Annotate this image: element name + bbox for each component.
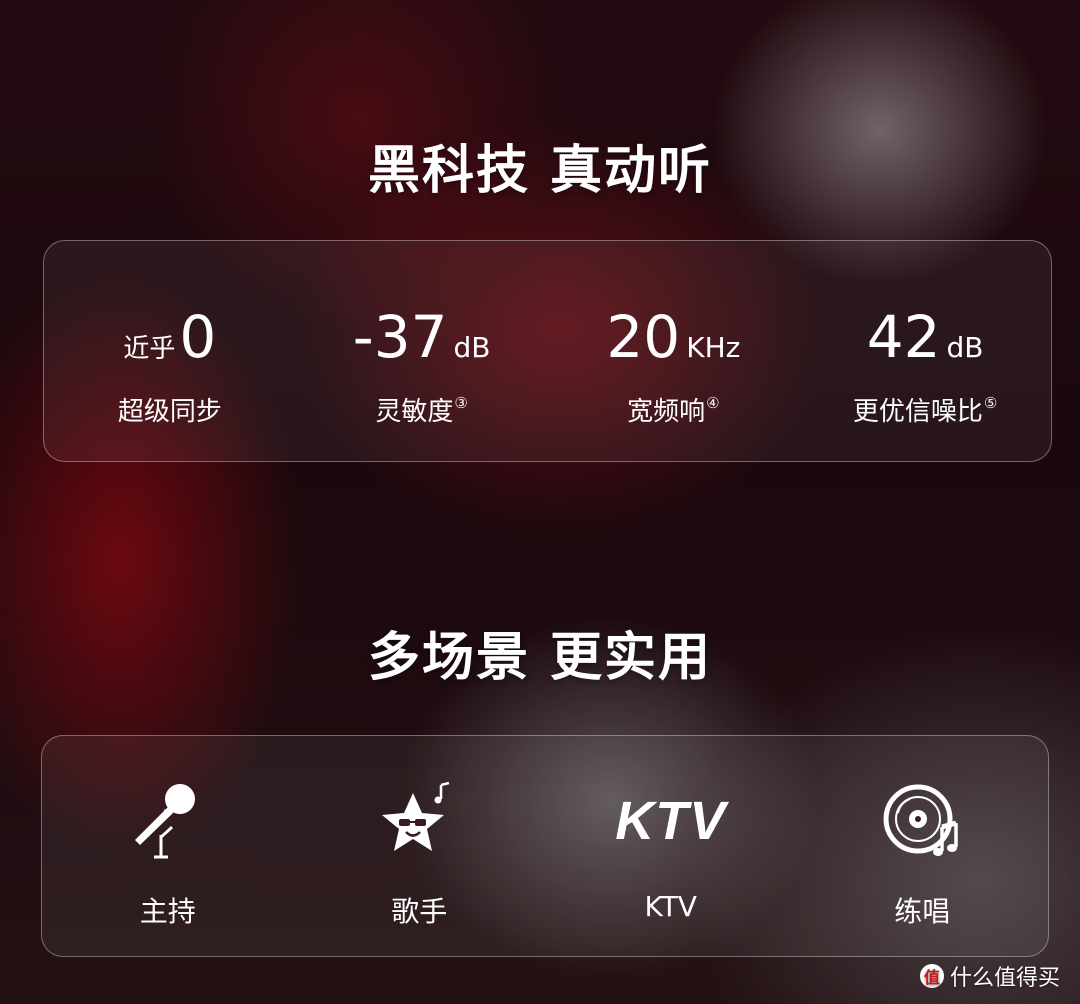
singer-star-icon bbox=[374, 776, 464, 866]
section-title-tech: 黑科技 真动听 bbox=[367, 141, 713, 201]
scene-ktv: KTV KTV bbox=[545, 736, 797, 956]
scene-host: 主持 bbox=[42, 736, 294, 956]
stat-unit: KHz bbox=[686, 331, 741, 364]
stat-sensitivity: -37 dB 灵敏度③ bbox=[296, 241, 548, 461]
stat-label: 灵敏度 bbox=[375, 397, 454, 427]
stat-snr: 42 dB 更优信噪比⑤ bbox=[799, 241, 1051, 461]
stat-value: -37 bbox=[352, 303, 448, 371]
watermark-text: 什么值得买 bbox=[949, 966, 1060, 991]
scene-practice: 练唱 bbox=[797, 736, 1049, 956]
scene-label: 歌手 bbox=[391, 895, 448, 928]
footnote-marker: ⑤ bbox=[983, 394, 998, 412]
stat-sync: 近乎 0 超级同步 bbox=[44, 241, 296, 461]
section-title-scenes: 多场景 更实用 bbox=[367, 628, 713, 688]
ktv-icon: KTV bbox=[615, 776, 725, 866]
stat-value: 20 bbox=[606, 303, 681, 371]
spec-panel: 近乎 0 超级同步 -37 dB 灵敏度③ 20 KHz 宽频响④ 42 dB … bbox=[43, 240, 1052, 462]
microphone-icon bbox=[123, 776, 213, 866]
footnote-marker: ④ bbox=[706, 394, 720, 412]
scene-panel: 主持 歌手 KTV KTV 练唱 bbox=[41, 735, 1049, 957]
music-disc-icon bbox=[877, 776, 967, 866]
stat-unit: dB bbox=[453, 331, 491, 364]
watermark-logo: 值 bbox=[919, 964, 944, 988]
stat-value: 42 bbox=[866, 303, 941, 371]
scene-label: 主持 bbox=[139, 895, 196, 928]
scene-label: 练唱 bbox=[894, 895, 951, 928]
stat-frequency-response: 20 KHz 宽频响④ bbox=[548, 241, 800, 461]
stat-value: 0 bbox=[179, 303, 217, 371]
stat-label: 更优信噪比 bbox=[852, 397, 983, 427]
stat-label: 超级同步 bbox=[117, 397, 222, 427]
stat-unit: dB bbox=[946, 331, 984, 364]
scene-singer: 歌手 bbox=[294, 736, 546, 956]
ktv-icon-text: KTV bbox=[615, 791, 727, 851]
footnote-marker: ③ bbox=[454, 394, 468, 412]
watermark: 值 什么值得买 bbox=[919, 960, 1060, 992]
scene-label: KTV bbox=[644, 890, 697, 923]
stat-prefix: 近乎 bbox=[123, 334, 176, 364]
stat-label: 宽频响 bbox=[627, 397, 706, 427]
